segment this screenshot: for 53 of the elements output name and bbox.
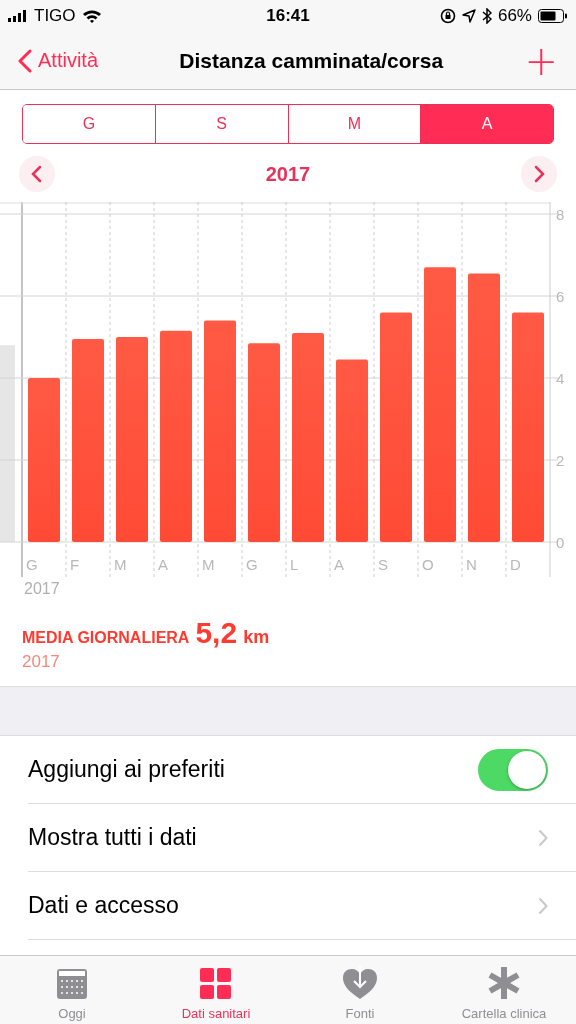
- month-label: O: [422, 556, 434, 573]
- summary-period: 2017: [22, 652, 61, 672]
- grid-icon: [200, 968, 232, 1000]
- screen-title: Distanza camminata/corsa: [178, 48, 445, 73]
- month-label: A: [158, 556, 168, 573]
- settings-row[interactable]: Mostra tutti i dati: [28, 804, 576, 872]
- chart-year-label: 2017: [24, 580, 61, 598]
- axis-tick-label: 2: [556, 452, 565, 469]
- status-time: 16:41: [266, 6, 310, 26]
- rotation-lock-icon: [439, 8, 456, 24]
- signal-icon: [8, 10, 28, 22]
- settings-row[interactable]: Aggiungi ai preferiti: [28, 736, 576, 804]
- add-button[interactable]: +: [524, 40, 558, 81]
- axis-tick-label: 0: [556, 534, 565, 551]
- segment-tab[interactable]: A: [420, 105, 553, 143]
- toggle-switch[interactable]: [478, 748, 548, 791]
- tab-bar-item[interactable]: Dati sanitari: [144, 956, 288, 1024]
- next-button-icon[interactable]: [521, 156, 557, 192]
- summary-label: MEDIA GIORNALIERA: [22, 629, 190, 647]
- battery-icon: [538, 9, 568, 23]
- month-label: A: [334, 556, 344, 573]
- asterisk-icon: [487, 966, 521, 1000]
- month-label: G: [246, 556, 258, 573]
- axis-tick-label: 4: [556, 370, 565, 387]
- wifi-icon: [81, 9, 102, 23]
- calendar-icon: [56, 968, 88, 1000]
- location-icon: [461, 9, 476, 23]
- chevron-right-icon: [538, 828, 548, 847]
- summary-value: 5,2: [195, 616, 238, 650]
- heart-download-icon: [342, 966, 378, 1000]
- chevron-right-icon: [538, 896, 548, 915]
- tab-bar-item[interactable]: Oggi: [0, 956, 144, 1024]
- month-label: F: [70, 556, 80, 573]
- month-label: M: [114, 556, 127, 573]
- settings-row[interactable]: Dati e accesso: [28, 872, 576, 940]
- month-label: G: [26, 556, 38, 573]
- back-chevron-icon: [18, 48, 32, 73]
- month-label: N: [466, 556, 477, 573]
- tab-bar-item[interactable]: Fonti: [288, 956, 432, 1024]
- back-button[interactable]: Attività: [18, 48, 99, 73]
- battery-percent: 66%: [497, 6, 532, 26]
- month-label: D: [510, 556, 521, 573]
- axis-tick-label: 6: [556, 288, 565, 305]
- axis-tick-label: 8: [556, 206, 565, 223]
- period-label: 2017: [265, 162, 311, 186]
- previous-button-icon[interactable]: [19, 156, 55, 192]
- tab-bar-item[interactable]: Cartella clinica: [432, 956, 576, 1024]
- summary-unit: km: [243, 627, 270, 648]
- carrier-name: TIGO: [34, 6, 76, 26]
- month-label: M: [202, 556, 215, 573]
- month-label: S: [378, 556, 388, 573]
- month-label: L: [290, 556, 299, 573]
- bluetooth-icon: [481, 8, 492, 24]
